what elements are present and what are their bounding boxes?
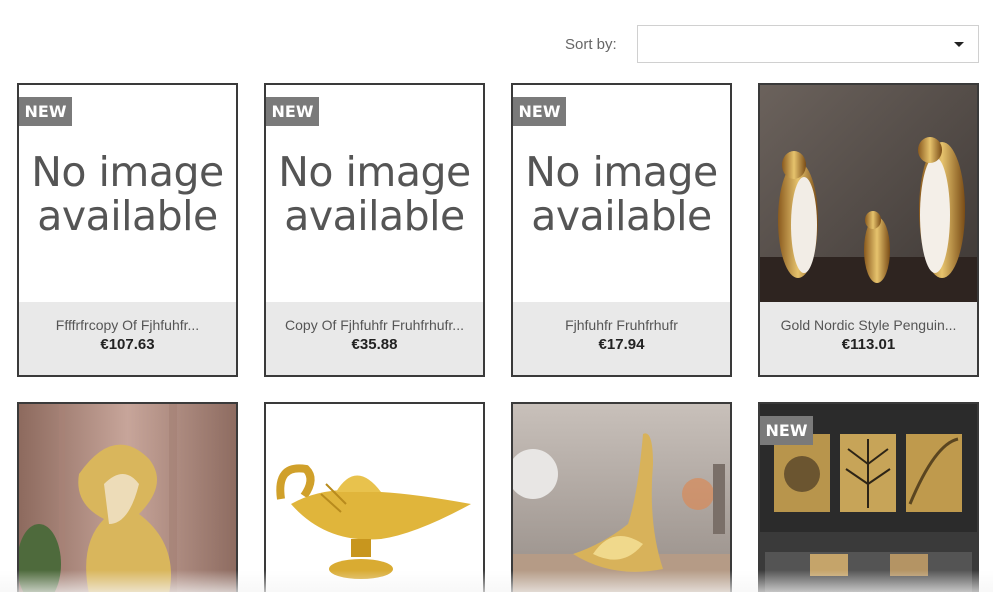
product-price: €35.88 [351, 336, 398, 353]
product-card[interactable]: NEW No image available Copy Of Fjhfuhfr F… [264, 83, 485, 377]
product-price: €113.01 [841, 336, 896, 353]
banana-sculpture-image[interactable] [513, 404, 730, 592]
no-image-line-1: No image [31, 147, 224, 196]
product-info: Gold Nordic Style Penguin... €113.01 [760, 302, 977, 375]
sort-label: Sort by: [565, 36, 617, 53]
caret-down-icon [954, 42, 964, 47]
new-badge: NEW [266, 97, 319, 126]
no-image-line-2: available [284, 191, 465, 240]
product-card[interactable] [264, 402, 485, 592]
no-image-line-1: No image [278, 147, 471, 196]
product-card[interactable] [511, 402, 732, 592]
sort-bar: Sort by: [0, 25, 993, 63]
product-card[interactable] [17, 402, 238, 592]
no-image-line-2: available [37, 191, 218, 240]
product-card[interactable]: NEW No image available Fjhfuhfr Fruhfrhuf… [511, 83, 732, 377]
product-card[interactable]: NEW No image available Ffffrfrcopy Of Fjh… [17, 83, 238, 377]
product-name[interactable]: Ffffrfrcopy Of Fjhfuhfr... [19, 317, 236, 333]
product-name[interactable]: Copy Of Fjhfuhfr Fruhfrhufr... [266, 317, 483, 333]
new-badge: NEW [19, 97, 72, 126]
product-card[interactable]: NEW [758, 402, 979, 592]
product-name[interactable]: Fjhfuhfr Fruhfrhufr [513, 317, 730, 333]
product-price: €17.94 [598, 336, 645, 353]
product-info: Ffffrfrcopy Of Fjhfuhfr... €107.63 [19, 302, 236, 375]
horse-statue-image[interactable] [19, 404, 236, 592]
no-image-line-2: available [531, 191, 712, 240]
product-name[interactable]: Gold Nordic Style Penguin... [760, 317, 977, 333]
no-image-line-1: No image [525, 147, 718, 196]
product-card[interactable]: Gold Nordic Style Penguin... €113.01 [758, 83, 979, 377]
product-info: Fjhfuhfr Fruhfrhufr €17.94 [513, 302, 730, 375]
product-price: €107.63 [100, 336, 155, 353]
penguins-image[interactable] [760, 85, 977, 302]
new-badge: NEW [513, 97, 566, 126]
product-info: Copy Of Fjhfuhfr Fruhfrhufr... €35.88 [266, 302, 483, 375]
genie-lamp-image[interactable] [266, 404, 483, 592]
sort-select[interactable] [637, 25, 979, 63]
new-badge: NEW [760, 416, 813, 445]
